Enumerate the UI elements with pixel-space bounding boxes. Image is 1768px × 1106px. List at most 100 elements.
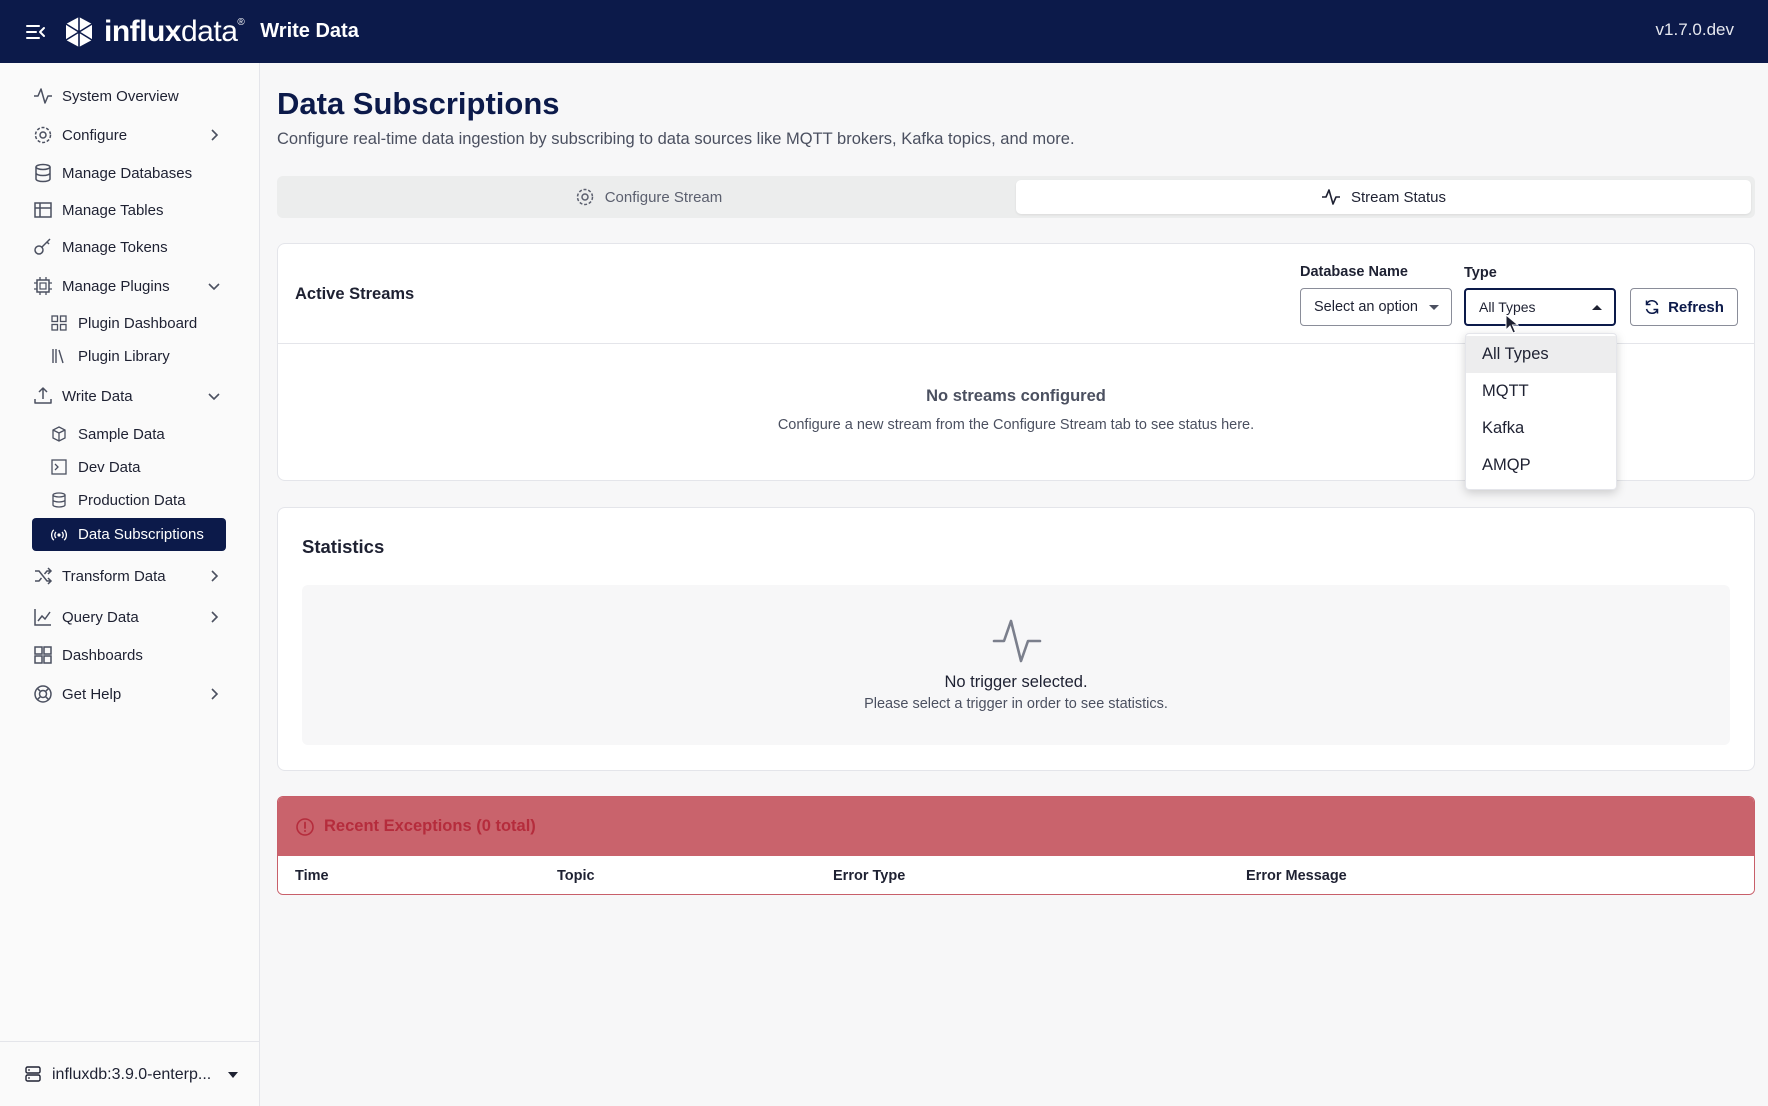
no-trigger-message: Please select a trigger in order to see … xyxy=(864,696,1168,712)
type-label: Type xyxy=(1464,265,1497,281)
key-icon xyxy=(32,236,54,258)
sidebar-item-label: Query Data xyxy=(62,608,139,626)
collapse-menu-button[interactable] xyxy=(18,14,54,50)
chevron-down-icon xyxy=(208,393,220,401)
sidebar-item-label: Manage Plugins xyxy=(62,277,170,295)
sidebar-item-label: Production Data xyxy=(78,491,186,509)
menu-collapse-icon xyxy=(26,24,45,39)
recent-exceptions-title: Recent Exceptions (0 total) xyxy=(324,817,536,835)
mouse-pointer-icon xyxy=(1505,314,1519,334)
column-header-topic: Topic xyxy=(557,868,595,884)
database-select-value: Select an option xyxy=(1314,299,1418,315)
type-select-value: All Types xyxy=(1479,299,1536,315)
page-subtitle: Configure real-time data ingestion by su… xyxy=(277,130,1075,148)
chevron-right-icon xyxy=(211,688,219,700)
exceptions-table-header: Time Topic Error Type Error Message xyxy=(278,856,1754,894)
activity-icon xyxy=(1321,187,1341,207)
caret-down-icon xyxy=(1429,305,1439,310)
chevron-right-icon xyxy=(211,129,219,141)
sidebar-item-plugin-dashboard[interactable]: Plugin Dashboard xyxy=(50,308,226,338)
chevron-right-icon xyxy=(211,570,219,582)
refresh-label: Refresh xyxy=(1668,298,1724,316)
caret-up-icon xyxy=(1592,305,1602,310)
column-header-error-message: Error Message xyxy=(1246,868,1347,884)
gear-icon xyxy=(32,124,54,146)
statistics-card: Statistics No trigger selected. Please s… xyxy=(277,507,1755,771)
type-select[interactable]: All Types xyxy=(1464,288,1616,326)
version-label: v1.7.0.dev xyxy=(1655,20,1734,39)
influx-cube-icon xyxy=(65,16,93,47)
dashboard-icon xyxy=(32,644,54,666)
database-icon xyxy=(32,162,54,184)
upload-icon xyxy=(32,385,54,407)
sidebar-item-label: Configure xyxy=(62,126,128,144)
chip-icon xyxy=(32,275,54,297)
chevron-right-icon xyxy=(211,611,219,623)
tab-label: Configure Stream xyxy=(604,188,723,206)
sidebar-item-label: Transform Data xyxy=(62,567,166,585)
sidebar-item-query-data[interactable]: Query Data xyxy=(32,602,230,632)
sidebar-item-production-data[interactable]: Production Data xyxy=(50,485,226,515)
influxdata-logo[interactable]: influxdata® xyxy=(62,14,245,49)
sidebar-item-sample-data[interactable]: Sample Data xyxy=(50,419,226,449)
library-icon xyxy=(50,347,68,365)
type-option-all-types[interactable]: All Types xyxy=(1466,336,1616,373)
type-dropdown-menu: All Types MQTT Kafka AMQP xyxy=(1465,333,1617,490)
sidebar-item-label: Manage Databases xyxy=(62,164,193,182)
recent-exceptions-card: Recent Exceptions (0 total) Time Topic E… xyxy=(277,796,1755,895)
recent-exceptions-header: Recent Exceptions (0 total) xyxy=(278,797,1754,856)
sidebar-item-data-subscriptions[interactable]: Data Subscriptions xyxy=(32,518,226,551)
database-name-label: Database Name xyxy=(1300,264,1408,280)
terminal-icon xyxy=(50,458,68,476)
type-option-kafka[interactable]: Kafka xyxy=(1466,410,1616,447)
sidebar-item-label: Get Help xyxy=(62,685,122,703)
type-option-amqp[interactable]: AMQP xyxy=(1466,447,1616,484)
refresh-button[interactable]: Refresh xyxy=(1630,288,1738,326)
sidebar-item-label: Write Data xyxy=(62,387,133,405)
statistics-title: Statistics xyxy=(302,536,385,557)
logo-wordmark: influxdata® xyxy=(104,14,245,48)
shuffle-icon xyxy=(32,565,54,587)
server-selector[interactable]: influxdb:3.9.0-enterp... xyxy=(24,1058,246,1092)
sidebar-item-manage-databases[interactable]: Manage Databases xyxy=(32,158,230,188)
no-trigger-title: No trigger selected. xyxy=(944,673,1088,691)
page-title: Data Subscriptions xyxy=(277,86,560,121)
top-header: influxdata® Write Data v1.7.0.dev xyxy=(0,0,1768,63)
tab-label: Stream Status xyxy=(1350,188,1447,206)
sidebar-item-transform-data[interactable]: Transform Data xyxy=(32,561,230,591)
sidebar-divider xyxy=(0,1041,260,1042)
sidebar-item-dashboards[interactable]: Dashboards xyxy=(32,640,230,670)
sidebar: System Overview Configure Manage Databas… xyxy=(0,63,260,1106)
chevron-down-icon xyxy=(208,283,220,291)
sidebar-item-plugin-library[interactable]: Plugin Library xyxy=(50,341,226,371)
sidebar-item-write-data[interactable]: Write Data xyxy=(32,381,230,411)
sidebar-item-label: Data Subscriptions xyxy=(78,526,204,543)
sidebar-item-label: Manage Tokens xyxy=(62,238,168,256)
broadcast-icon xyxy=(50,526,68,544)
sidebar-item-get-help[interactable]: Get Help xyxy=(32,679,230,709)
activity-icon xyxy=(32,85,54,107)
sidebar-item-dev-data[interactable]: Dev Data xyxy=(50,452,226,482)
column-header-error-type: Error Type xyxy=(833,868,906,884)
active-streams-title: Active Streams xyxy=(295,285,415,303)
sidebar-item-label: Plugin Library xyxy=(78,347,170,365)
sidebar-item-manage-plugins[interactable]: Manage Plugins xyxy=(32,271,230,301)
type-option-mqtt[interactable]: MQTT xyxy=(1466,373,1616,410)
tab-bar: Configure Stream Stream Status xyxy=(277,176,1755,218)
sidebar-item-manage-tokens[interactable]: Manage Tokens xyxy=(32,232,230,262)
database-name-select[interactable]: Select an option xyxy=(1300,288,1452,326)
box-icon xyxy=(50,425,68,443)
sidebar-item-manage-tables[interactable]: Manage Tables xyxy=(32,195,230,225)
gear-icon xyxy=(575,187,595,207)
header-section-title: Write Data xyxy=(260,20,359,42)
tab-configure-stream[interactable]: Configure Stream xyxy=(281,180,1016,214)
sidebar-item-label: Dashboards xyxy=(62,646,143,664)
server-name: influxdb:3.9.0-enterp... xyxy=(52,1066,212,1083)
sidebar-item-configure[interactable]: Configure xyxy=(32,120,230,150)
database-icon xyxy=(50,491,68,509)
lifebuoy-icon xyxy=(32,683,54,705)
sidebar-item-label: Plugin Dashboard xyxy=(78,314,198,332)
table-icon xyxy=(32,199,54,221)
sidebar-item-system-overview[interactable]: System Overview xyxy=(32,81,230,111)
tab-stream-status[interactable]: Stream Status xyxy=(1016,180,1751,214)
